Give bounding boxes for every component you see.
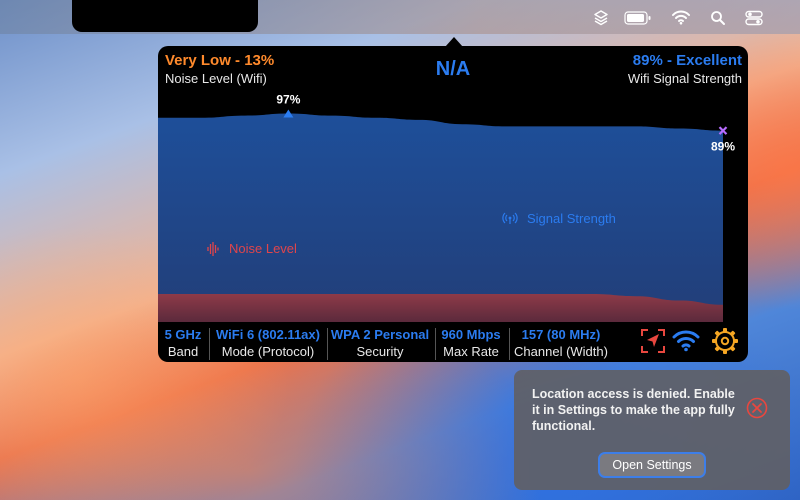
stat-channel: 157 (80 MHz) Channel (Width)	[511, 327, 611, 359]
stat-label: Mode (Protocol)	[221, 344, 315, 359]
signal-series-label: Signal Strength	[527, 211, 616, 226]
stat-value: 5 GHz	[164, 327, 202, 342]
stat-security: WPA 2 Personal Security	[330, 327, 430, 359]
stat-divider	[327, 328, 328, 360]
wifi-icon[interactable]	[672, 328, 700, 352]
noise-series-label: Noise Level	[229, 241, 297, 256]
stat-mode: WiFi 6 (802.11ax) Mode (Protocol)	[213, 327, 323, 359]
noise-level-area	[158, 294, 723, 322]
camera-notch	[72, 0, 258, 32]
signal-strength-label: Wifi Signal Strength	[627, 71, 742, 86]
settings-gear-icon[interactable]	[711, 327, 739, 355]
signal-noise-chart: 97% 89% Signal Strength Noise Level	[158, 90, 748, 322]
control-center-icon[interactable]	[745, 9, 763, 27]
stat-value: WPA 2 Personal	[330, 327, 430, 342]
peak-signal-label: 97%	[276, 92, 300, 106]
stat-value: 960 Mbps	[441, 327, 501, 342]
stat-label: Security	[356, 344, 404, 359]
connection-stats-bar: 5 GHz Band WiFi 6 (802.11ax) Mode (Proto…	[158, 322, 748, 362]
menu-bar	[0, 0, 800, 34]
search-icon[interactable]	[710, 10, 726, 26]
stat-label: Band	[167, 344, 199, 359]
stat-band: 5 GHz Band	[162, 327, 204, 359]
current-signal-label: 89%	[711, 140, 735, 154]
location-denied-icon[interactable]	[640, 328, 666, 354]
stat-label: Channel (Width)	[514, 344, 608, 359]
close-icon[interactable]	[746, 397, 768, 419]
location-denied-notification: Location access is denied. Enable it in …	[514, 370, 790, 490]
stat-divider	[509, 328, 510, 360]
stat-divider	[209, 328, 210, 360]
layers-icon[interactable]	[592, 9, 610, 27]
signal-strength-area	[158, 113, 723, 322]
stat-value: WiFi 6 (802.11ax)	[216, 327, 320, 342]
notification-message: Location access is denied. Enable it in …	[532, 387, 735, 433]
stat-divider	[435, 328, 436, 360]
chart-right-gutter	[723, 90, 748, 322]
wifi-icon[interactable]	[671, 9, 691, 25]
stat-label: Max Rate	[443, 344, 499, 359]
battery-icon[interactable]	[624, 11, 652, 25]
stat-max-rate: 960 Mbps Max Rate	[438, 327, 504, 359]
signal-strength-value: 89% - Excellent	[632, 52, 742, 69]
wifi-signal-popover: Very Low - 13% Noise Level (Wifi) N/A 89…	[158, 46, 748, 362]
stat-value: 157 (80 MHz)	[521, 327, 601, 342]
open-settings-button[interactable]: Open Settings	[600, 454, 704, 476]
